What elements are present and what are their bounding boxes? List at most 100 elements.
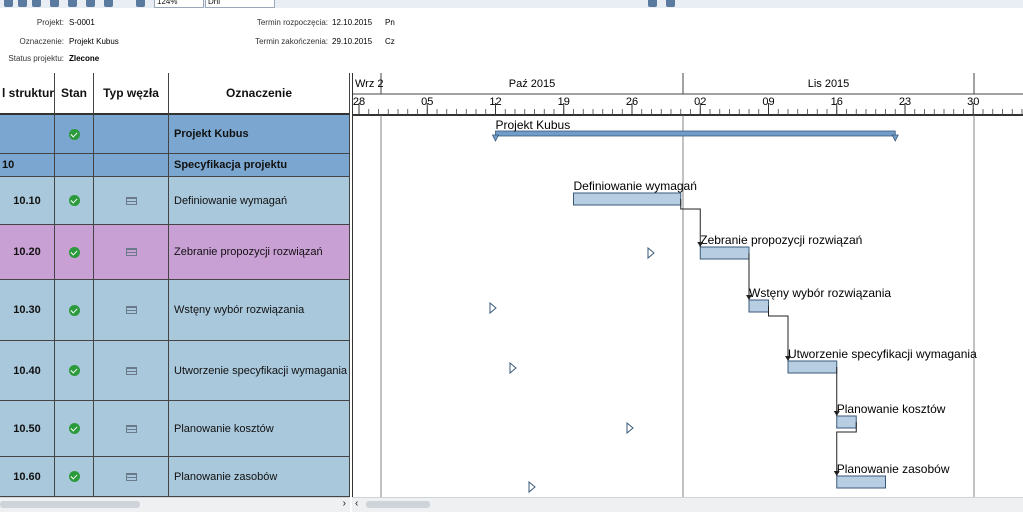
project-info-panel: Projekt: S-0001 Oznaczenie: Projekt Kubu… (0, 8, 1023, 72)
day-label: 23 (899, 96, 911, 108)
gantt-scrollbar[interactable]: ‹ (352, 497, 1023, 512)
task-label: Definiowanie wymagań (574, 179, 697, 193)
dependency-link (768, 306, 789, 361)
task-label: Zebranie propozycji rozwiązań (700, 233, 862, 247)
scroll-thumb[interactable] (0, 501, 140, 508)
check-icon (68, 128, 80, 140)
day-label: 12 (489, 96, 501, 108)
row-node-type (94, 341, 169, 401)
task-bar (787, 360, 838, 374)
task-bar (836, 475, 886, 489)
row-id: 10.50 (0, 401, 55, 457)
row-name: Zebranie propozycji rozwiązań (169, 225, 350, 280)
header-status[interactable]: Stan (55, 73, 94, 115)
scroll-right-icon[interactable]: › (343, 498, 346, 509)
row-node-type (94, 225, 169, 280)
copy-icon[interactable] (50, 0, 59, 7)
task-bar (699, 246, 750, 260)
day-label: 09 (762, 96, 774, 108)
row-status (55, 341, 94, 401)
header-structure[interactable]: l struktur (0, 73, 55, 115)
end-label: Termin zakończenia: (255, 37, 328, 46)
table-row[interactable]: 10.20 Zebranie propozycji rozwiązań (0, 225, 350, 280)
dependency-link (680, 199, 701, 247)
row-node-type (94, 457, 169, 497)
check-icon (68, 246, 80, 258)
day-label: 30 (967, 96, 979, 108)
row-id: 10 (0, 154, 55, 177)
row-node-type (94, 401, 169, 457)
check-icon (68, 423, 80, 434)
task-bar (748, 299, 769, 313)
grid-scrollbar[interactable]: › (0, 497, 350, 512)
month-label: Lis 2015 (808, 78, 850, 90)
row-name: Projekt Kubus (169, 115, 350, 154)
row-id: 10.60 (0, 457, 55, 497)
row-name: Utworzenie specyfikacji wymagania (169, 341, 350, 401)
milestone-marker (489, 301, 497, 315)
zoom-select[interactable]: 124% (154, 0, 204, 8)
header-node-type[interactable]: Typ węzła (94, 73, 169, 115)
day-label: 16 (831, 96, 843, 108)
row-id: 10.20 (0, 225, 55, 280)
row-node-type (94, 177, 169, 225)
task-label: Planowanie zasobów (837, 462, 950, 476)
start-label: Termin rozpoczęcia: (256, 18, 328, 27)
row-status (55, 457, 94, 497)
gantt-chart[interactable]: Wrz 2 Paź 2015 Lis 2015 28 05 12 19 26 02 09 16 23 3… (352, 73, 1023, 497)
row-name: Planowanie kosztów (169, 401, 350, 457)
print-icon[interactable] (68, 0, 77, 7)
row-status (55, 280, 94, 341)
end-value: 29.10.2015 (332, 37, 373, 46)
start-day: Pn (385, 18, 395, 27)
refresh-icon[interactable] (4, 0, 13, 7)
link-icon[interactable] (136, 0, 145, 7)
milestone-marker (509, 361, 517, 375)
gantt-svg: Wrz 2 Paź 2015 Lis 2015 28 05 12 19 26 02 09 16 23 3… (353, 73, 1023, 497)
row-status (55, 154, 94, 177)
month-label: Paź 2015 (509, 78, 555, 90)
table-row[interactable]: 10.10 Definiowanie wymagań (0, 177, 350, 225)
table-icon (125, 306, 137, 314)
task-bar (836, 415, 857, 429)
milestone-marker (647, 246, 655, 260)
task-grid: l struktur Stan Typ węzła Oznaczenie Pro… (0, 73, 350, 497)
table-row[interactable]: 10.50 Planowanie kosztów (0, 401, 350, 457)
row-id: 10.40 (0, 341, 55, 401)
settings-icon[interactable] (18, 0, 27, 7)
arrow-icon[interactable] (104, 0, 113, 7)
printer-icon[interactable] (648, 0, 657, 7)
table-row[interactable]: 10 Specyfikacja projektu (0, 154, 350, 177)
unit-select[interactable]: Dni (205, 0, 275, 8)
row-name: Specyfikacja projektu (169, 154, 350, 177)
header-name[interactable]: Oznaczenie (169, 73, 350, 115)
table-row[interactable]: Projekt Kubus (0, 115, 350, 154)
mail-icon[interactable] (666, 0, 675, 7)
delete-icon[interactable] (86, 0, 95, 7)
row-status (55, 115, 94, 154)
task-bar (573, 192, 682, 206)
gantt-scroll-thumb[interactable] (366, 501, 430, 508)
table-icon (125, 366, 137, 375)
day-label: 05 (421, 96, 433, 108)
table-icon (125, 424, 137, 433)
table-icon (125, 248, 137, 256)
row-name: Wstęny wybór rozwiązania (169, 280, 350, 341)
row-status (55, 225, 94, 280)
row-status (55, 177, 94, 225)
day-label: 28 (353, 96, 365, 108)
row-name: Definiowanie wymagań (169, 177, 350, 225)
milestone-marker (528, 480, 536, 494)
scroll-left-icon[interactable]: ‹ (355, 498, 358, 509)
start-value: 12.10.2015 (332, 18, 373, 27)
task-label: Planowanie kosztów (837, 402, 946, 416)
row-node-type (94, 115, 169, 154)
summary-start-marker (491, 134, 500, 142)
table-row[interactable]: 10.60 Planowanie zasobów (0, 457, 350, 497)
task-label: Wstęny wybór rozwiązania (749, 286, 891, 300)
table-row[interactable]: 10.30 Wstęny wybór rozwiązania (0, 280, 350, 341)
save-icon[interactable] (32, 0, 41, 7)
table-row[interactable]: 10.40 Utworzenie specyfikacji wymagania (0, 341, 350, 401)
summary-end-marker (891, 134, 899, 142)
table-icon (125, 196, 137, 205)
